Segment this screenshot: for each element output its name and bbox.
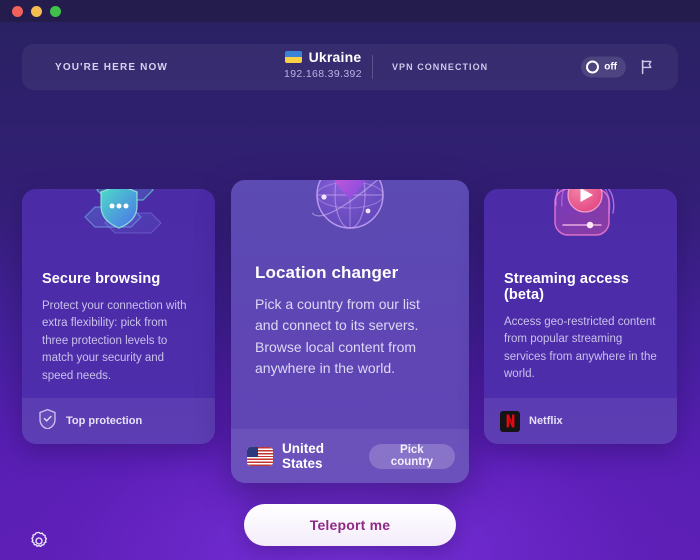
flag-ukraine-icon [284, 51, 302, 63]
card-streaming-access-body: Streaming access (beta) Access geo-restr… [484, 271, 677, 384]
card-footer-label: Netflix [529, 415, 563, 427]
card-location-changer[interactable]: Location changer Pick a country from our… [231, 180, 469, 483]
current-ip-address: 192.168.39.392 [284, 68, 362, 80]
card-streaming-access[interactable]: Streaming access (beta) Access geo-restr… [484, 189, 677, 444]
netflix-icon [500, 410, 520, 432]
gear-icon[interactable] [29, 531, 49, 551]
current-location: Ukraine 192.168.39.392 [284, 49, 362, 80]
card-location-changer-body: Location changer Pick a country from our… [231, 263, 469, 379]
card-description: Pick a country from our list and connect… [255, 296, 420, 376]
status-bar: YOU'RE HERE NOW Ukraine 192.168.39.392 V… [22, 44, 678, 90]
card-secure-browsing-body: Secure browsing Protect your connection … [22, 271, 215, 385]
card-secure-browsing-footer[interactable]: Top protection [22, 398, 215, 444]
current-country-name: Ukraine [308, 49, 362, 65]
app-content: YOU'RE HERE NOW Ukraine 192.168.39.392 V… [0, 22, 700, 560]
selected-country-label: United States [282, 441, 324, 471]
card-description: Protect your connection with extra flexi… [42, 300, 187, 382]
minimize-button[interactable] [31, 5, 42, 17]
card-streaming-access-footer[interactable]: Netflix [484, 398, 677, 444]
card-footer-label: Top protection [66, 415, 143, 427]
card-title: Streaming access (beta) [504, 271, 629, 303]
flag-united-states-icon [247, 446, 273, 466]
card-title: Location changer [255, 263, 399, 282]
shield-layers-icon [71, 189, 167, 258]
power-circle-icon [586, 60, 600, 74]
shield-check-icon [38, 408, 57, 434]
window-titlebar [0, 0, 700, 22]
vpn-connection-label: VPN CONNECTION [392, 62, 489, 72]
app-window: YOU'RE HERE NOW Ukraine 192.168.39.392 V… [0, 0, 700, 560]
pick-country-button[interactable]: Pick country [368, 443, 455, 469]
teleport-me-button[interactable]: Teleport me [244, 504, 456, 546]
vpn-toggle[interactable]: off [581, 56, 626, 78]
status-here-now-label: YOU'RE HERE NOW [55, 61, 168, 73]
maximize-button[interactable] [50, 5, 61, 17]
close-button[interactable] [12, 5, 23, 17]
card-title: Secure browsing [42, 271, 161, 287]
globe-pin-icon [294, 180, 406, 252]
flag-outline-icon[interactable] [638, 58, 656, 76]
card-description: Access geo-restricted content from popul… [504, 316, 657, 381]
card-location-changer-footer: United States Pick country [231, 429, 469, 483]
status-divider [372, 55, 373, 79]
vpn-toggle-state: off [604, 61, 617, 73]
play-media-icon [533, 189, 629, 258]
card-secure-browsing[interactable]: Secure browsing Protect your connection … [22, 189, 215, 444]
